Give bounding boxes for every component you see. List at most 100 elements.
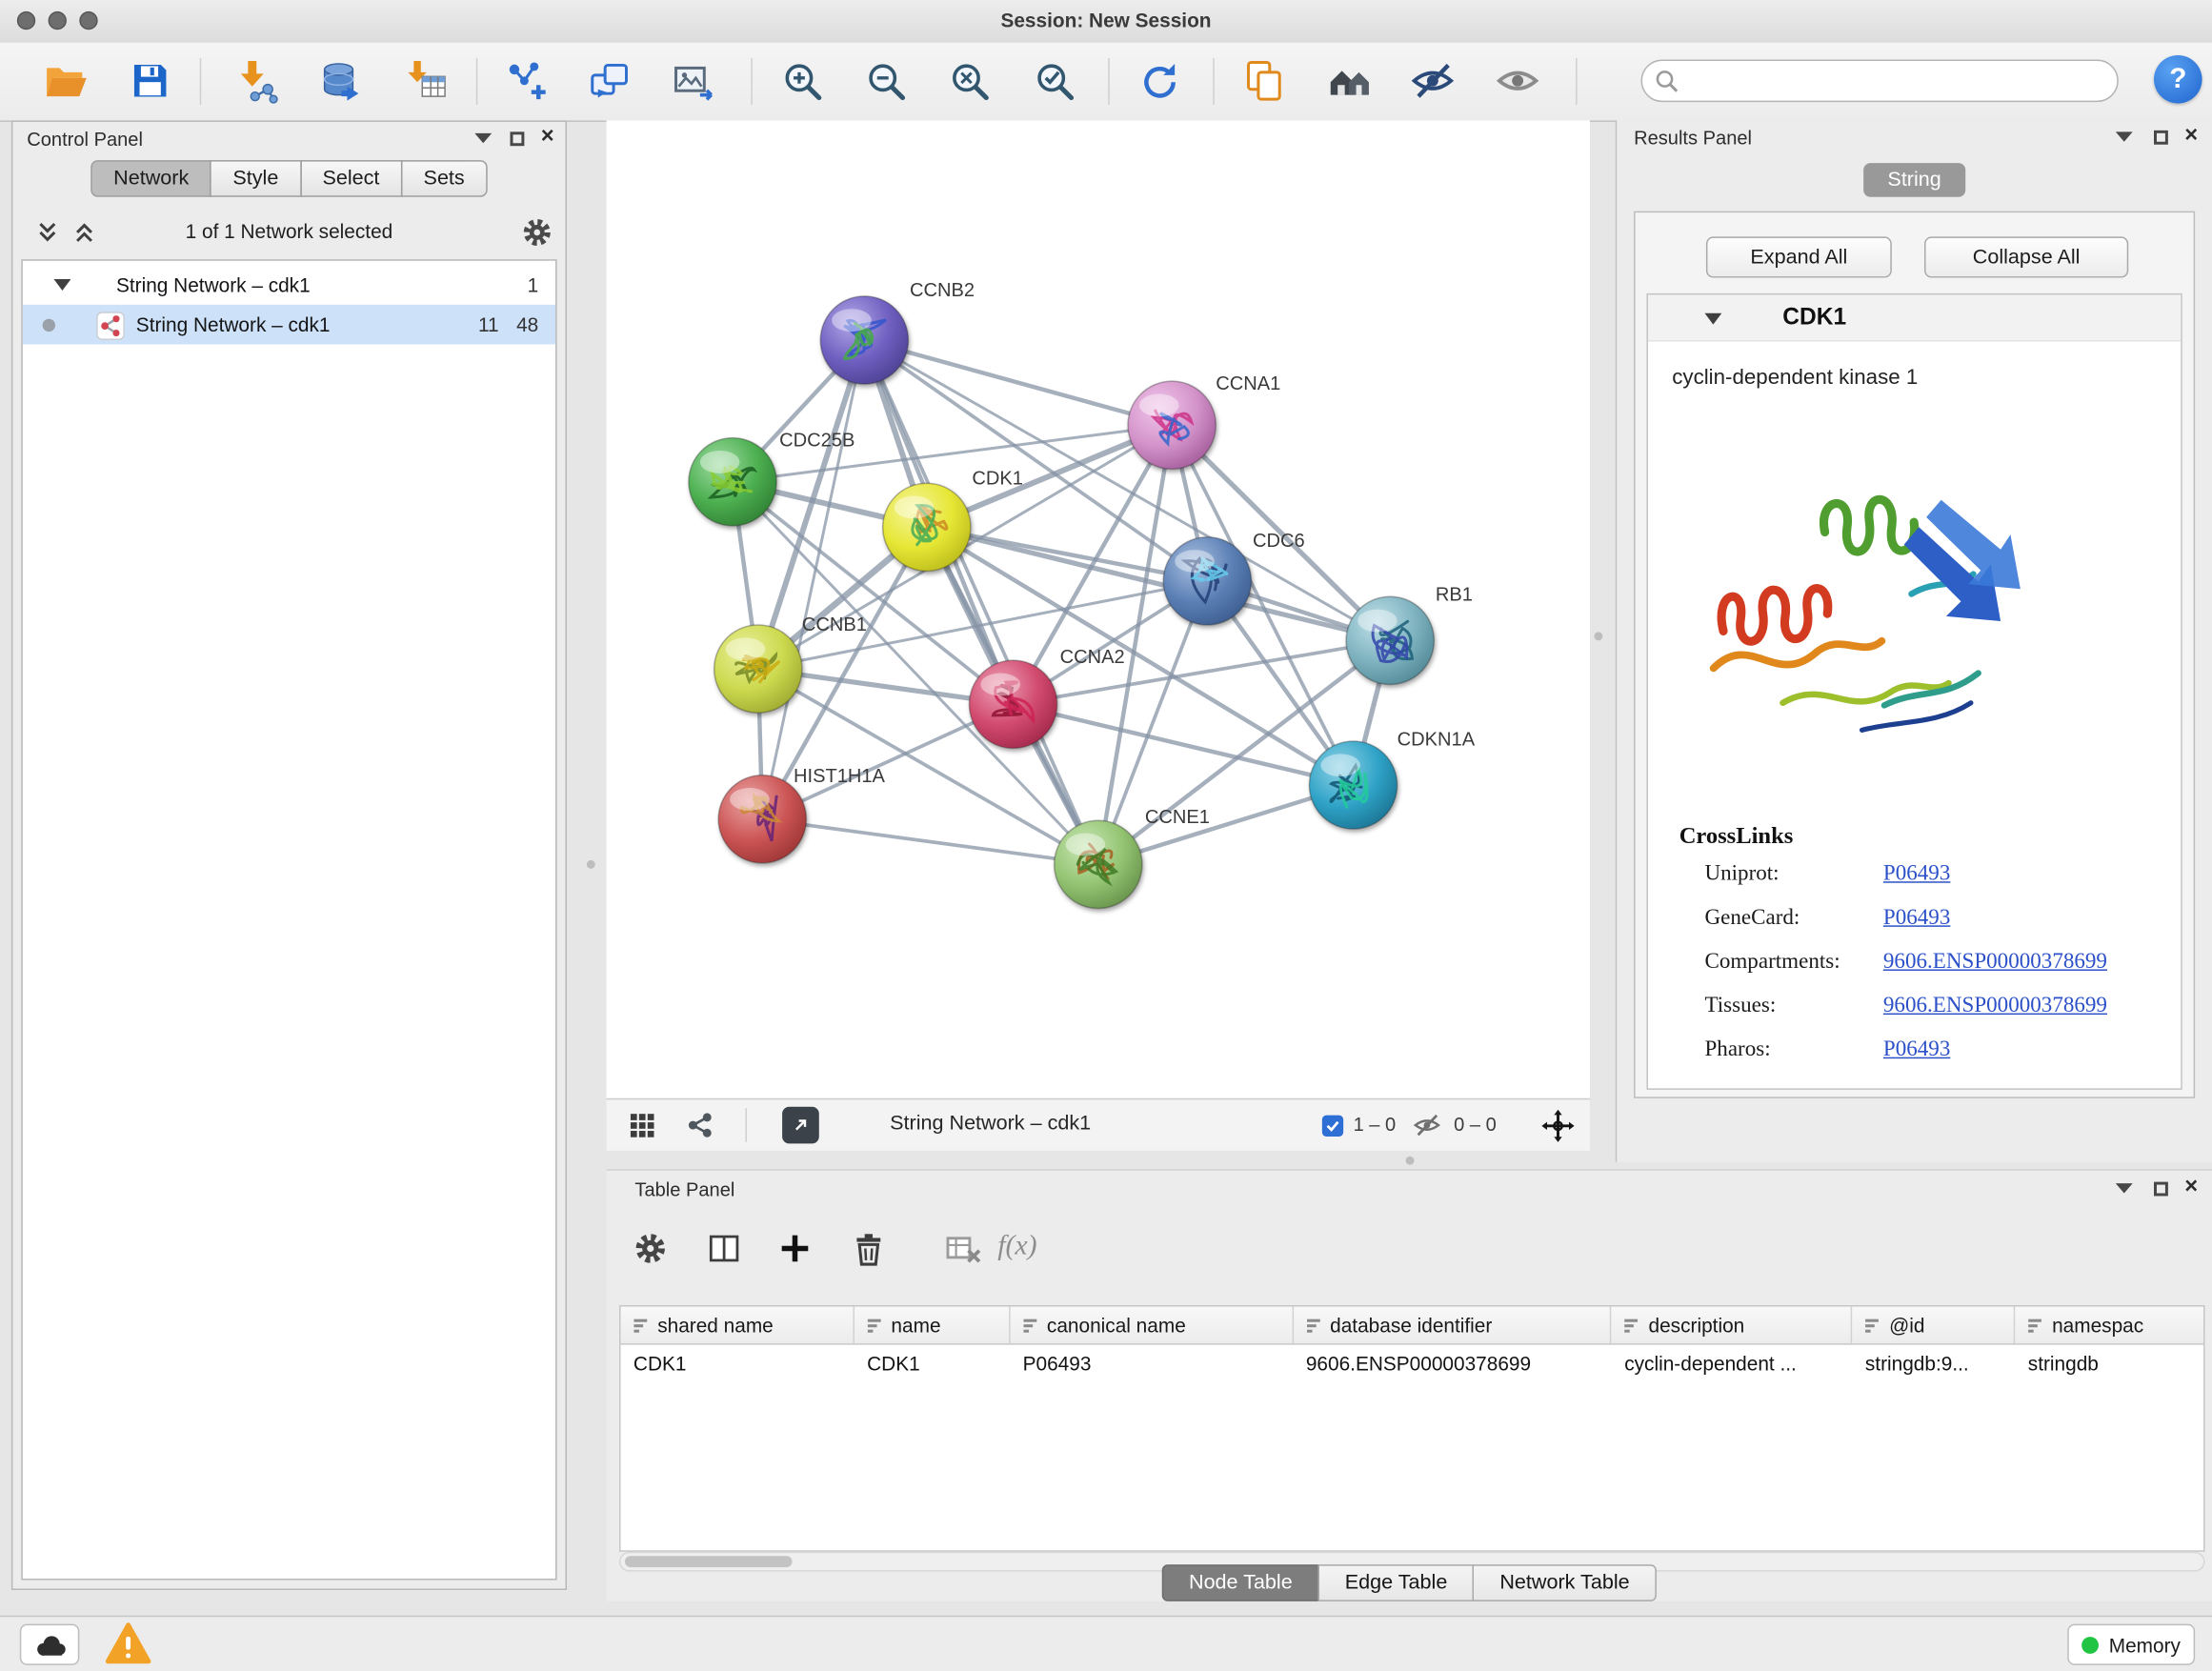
column-header[interactable]: namespac [2015,1306,2203,1343]
save-session-button[interactable] [125,55,176,107]
selected-checkbox[interactable] [1322,1116,1343,1137]
panel-close-button[interactable]: × [2184,128,2198,145]
collapse-all-button[interactable]: Collapse All [1924,236,2128,277]
open-in-browser-button[interactable] [782,1107,819,1144]
panel-float-button[interactable] [2154,131,2168,145]
network-collection-row[interactable]: String Network – cdk1 1 [23,265,555,305]
cell-description[interactable]: cyclin-dependent ... [1612,1345,1853,1382]
cell-namespace[interactable]: stringdb [2015,1345,2203,1382]
houses-button[interactable] [1323,55,1375,107]
crosslink-tissues-link[interactable]: 9606.ENSP00000378699 [1883,994,2107,1019]
memory-status-dot [2081,1636,2099,1653]
collection-expander-icon[interactable] [54,279,71,291]
column-header[interactable]: database identifier [1293,1306,1611,1343]
zoom-in-button[interactable] [776,55,828,107]
delete-table-button-disabled[interactable] [941,1227,984,1270]
zoom-out-button[interactable] [860,55,912,107]
panel-float-button[interactable] [2154,1182,2168,1197]
crosslink-uniprot-link[interactable]: P06493 [1883,861,1950,887]
new-network-from-selection-button[interactable] [500,55,552,107]
edge-CCNB2-HIST1H1A[interactable] [762,340,864,819]
node-HIST1H1A[interactable] [718,775,806,863]
node-CDC25B[interactable] [689,438,776,526]
cell-database-identifier[interactable]: 9606.ENSP00000378699 [1293,1345,1611,1382]
panel-close-button[interactable]: × [2184,1179,2198,1197]
network-options-button[interactable] [520,215,554,256]
node-CCNE1[interactable] [1055,820,1142,908]
column-header[interactable]: @id [1852,1306,2015,1343]
panel-float-button[interactable] [511,131,525,146]
gene-expander-icon[interactable] [1704,313,1721,325]
hide-unhide-button[interactable] [1407,55,1458,107]
pages-button[interactable] [1238,55,1290,107]
right-splitter-handle[interactable] [1594,632,1602,640]
table-options-button[interactable] [629,1227,672,1270]
hidden-counter: 0 – 0 [1454,1114,1497,1135]
panel-close-button[interactable]: × [541,129,554,146]
fit-content-crosshair-button[interactable] [1541,1110,1574,1150]
panel-menu-button[interactable] [2116,131,2133,141]
zoom-selected-button[interactable] [1029,55,1080,107]
open-session-button[interactable] [40,55,91,107]
warnings-button[interactable] [105,1621,151,1671]
tab-string[interactable]: String [1863,163,1965,197]
import-network-file-button[interactable] [232,55,284,107]
crosslink-compartments-link[interactable]: 9606.ENSP00000378699 [1883,950,2107,976]
column-header[interactable]: description [1612,1306,1853,1343]
node-label-HIST1H1A: HIST1H1A [794,766,886,787]
tab-node-table[interactable]: Node Table [1162,1564,1319,1601]
left-splitter-handle[interactable] [587,860,595,869]
export-image-button[interactable] [668,55,719,107]
tab-style[interactable]: Style [211,160,302,197]
refresh-view-button[interactable] [1134,55,1185,107]
help-button[interactable]: ? [2154,55,2202,104]
cell-shared-name[interactable]: CDK1 [621,1345,855,1382]
node-CCNA2[interactable] [969,660,1056,748]
expand-all-button[interactable]: Expand All [1706,236,1892,277]
zoom-fit-button[interactable] [944,55,995,107]
cell-name[interactable]: CDK1 [855,1345,1010,1382]
column-header[interactable]: shared name [621,1306,855,1343]
table-row[interactable]: CDK1 CDK1 P06493 9606.ENSP00000378699 cy… [621,1345,2204,1382]
node-CDK1[interactable] [883,483,971,571]
share-network-button[interactable] [686,1113,714,1145]
birdseye-grid-button[interactable] [629,1113,654,1145]
function-builder-button[interactable]: f(x) [997,1230,1036,1262]
duplicate-network-button[interactable] [584,55,635,107]
panel-menu-button[interactable] [474,133,492,143]
panel-menu-button[interactable] [2116,1183,2133,1193]
create-column-button[interactable] [774,1227,816,1270]
tab-network[interactable]: Network [90,160,211,197]
import-network-database-button[interactable] [313,55,365,107]
bottom-splitter-handle[interactable] [1406,1157,1415,1165]
node-CCNA1[interactable] [1128,381,1216,469]
show-graphics-button[interactable] [1492,55,1543,107]
tab-select[interactable]: Select [300,160,403,197]
crosslink-pharos-link[interactable]: P06493 [1883,1037,1950,1063]
column-header[interactable]: name [855,1306,1010,1343]
cloud-sync-button[interactable] [20,1624,79,1665]
show-columns-button[interactable] [703,1227,746,1270]
tab-sets[interactable]: Sets [401,160,488,197]
search-input[interactable] [1688,68,2118,93]
delete-column-button[interactable] [848,1227,891,1270]
edge-CCNB2-CCNA1[interactable] [864,340,1172,425]
node-CCNB2[interactable] [820,296,908,384]
edge-CCNB2-CCNE1[interactable] [864,340,1097,864]
column-header[interactable]: canonical name [1010,1306,1293,1343]
tab-network-table[interactable]: Network Table [1473,1564,1657,1601]
cell-id[interactable]: stringdb:9... [1852,1345,2015,1382]
edge-CCNE1-HIST1H1A[interactable] [762,819,1098,865]
network-row-selected[interactable]: String Network – cdk1 11 48 [23,305,555,345]
cell-canonical-name[interactable]: P06493 [1010,1345,1293,1382]
import-table-button[interactable] [401,55,452,107]
crosslink-genecard-link[interactable]: P06493 [1883,906,1950,932]
node-RB1[interactable] [1346,596,1434,684]
memory-button[interactable]: Memory [2067,1624,2195,1665]
node-CDC6[interactable] [1163,537,1251,625]
node-CDKN1A[interactable] [1309,741,1397,829]
tab-edge-table[interactable]: Edge Table [1318,1564,1475,1601]
node-CCNB1[interactable] [714,625,802,713]
network-canvas[interactable]: CCNB2CCNA1CDC25BCDK1CDC6RB1CCNB1CCNA2CDK… [607,120,1590,1097]
gene-section-header[interactable]: CDK1 [1648,294,2181,341]
